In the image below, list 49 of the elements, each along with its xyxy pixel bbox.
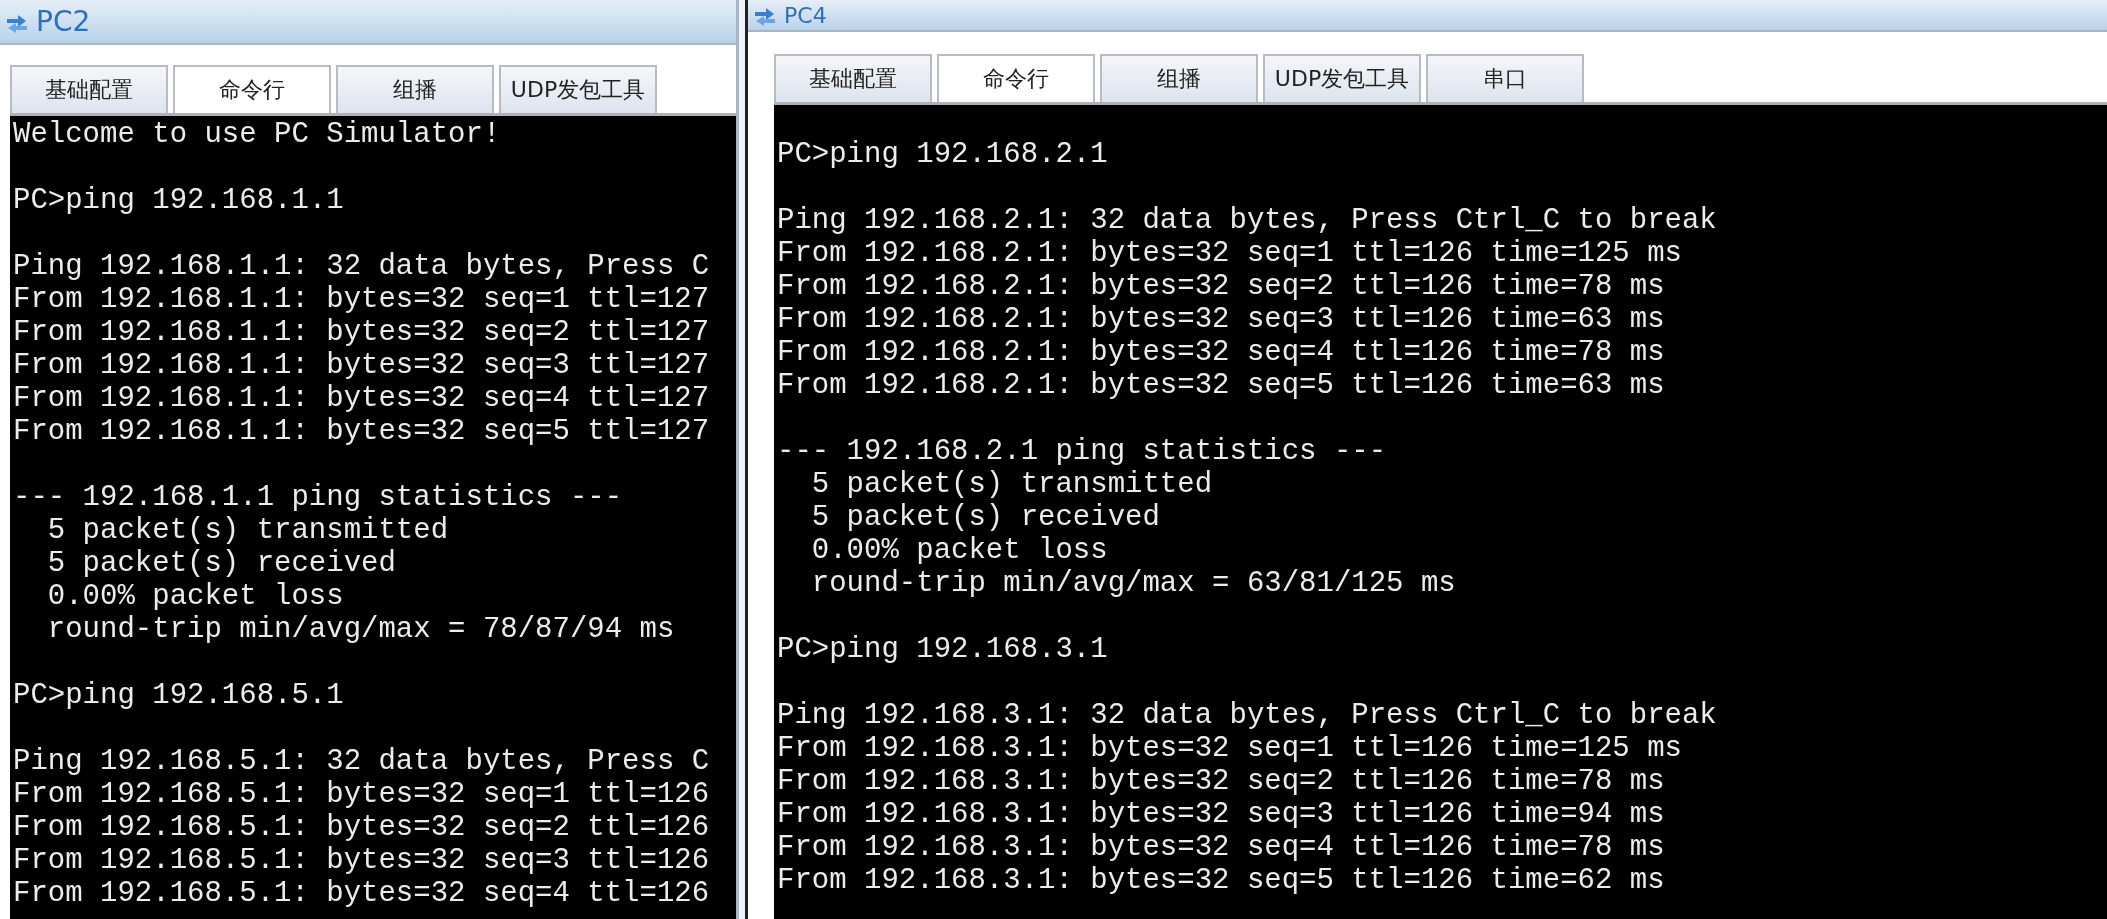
terminal-line: 5 packet(s) transmitted: [46, 514, 450, 547]
terminal-line: From 192.168.2.1: bytes=32 seq=1 ttl=126 time=125 ms: [777, 237, 1683, 270]
terminal-line: 0.00% packet loss: [46, 580, 345, 613]
terminal-line: From 192.168.3.1: bytes=32 seq=4 ttl=126 time=78 ms: [777, 831, 1666, 864]
terminal-line: From 192.168.2.1: bytes=32 seq=2 ttl=126 time=78 ms: [777, 270, 1666, 303]
terminal-line: From 192.168.1.1: bytes=32 seq=2 ttl=127: [13, 316, 711, 349]
tab[interactable]: UDP发包工具: [499, 65, 657, 113]
terminal-line: From 192.168.3.1: bytes=32 seq=1 ttl=126 time=125 ms: [777, 732, 1683, 765]
terminal-line: From 192.168.1.1: bytes=32 seq=4 ttl=127: [13, 382, 711, 415]
terminal-line: PC>ping 192.168.5.1: [13, 679, 345, 712]
tab[interactable]: 组播: [336, 65, 494, 113]
terminal-line: --- 192.168.1.1 ping statistics ---: [13, 481, 624, 514]
tab[interactable]: 命令行: [173, 65, 331, 113]
terminal-line: From 192.168.5.1: bytes=32 seq=3 ttl=126: [13, 844, 711, 877]
tab[interactable]: 组播: [1100, 54, 1258, 102]
terminal-line: From 192.168.1.1: bytes=32 seq=5 ttl=127: [13, 415, 711, 448]
terminal-line: 5 packet(s) transmitted: [810, 468, 1214, 501]
terminal-line: From 192.168.5.1: bytes=32 seq=2 ttl=126: [13, 811, 711, 844]
terminal-line: Ping 192.168.2.1: 32 data bytes, Press Ctrl_C to break: [777, 204, 1718, 237]
tab[interactable]: 基础配置: [774, 54, 932, 102]
terminal-line: 5 packet(s) received: [810, 501, 1161, 534]
window-title: PC2: [36, 5, 91, 38]
terminal-line: From 192.168.2.1: bytes=32 seq=3 ttl=126 time=63 ms: [777, 303, 1666, 336]
terminal-line: round-trip min/avg/max = 78/87/94 ms: [46, 613, 676, 646]
terminal-line: PC>ping 192.168.2.1: [777, 138, 1109, 171]
tab[interactable]: 基础配置: [10, 65, 168, 113]
terminal-line: PC>ping 192.168.1.1: [13, 184, 345, 217]
tab[interactable]: 命令行: [937, 54, 1095, 102]
terminal-line: 5 packet(s) received: [46, 547, 397, 580]
terminal-line: round-trip min/avg/max = 63/81/125 ms: [810, 567, 1457, 600]
terminal-line: From 192.168.2.1: bytes=32 seq=5 ttl=126 time=63 ms: [777, 369, 1666, 402]
window-title: PC4: [784, 2, 827, 28]
terminal-line: Ping 192.168.3.1: 32 data bytes, Press Ctrl_C to break: [777, 699, 1718, 732]
terminal-line: From 192.168.5.1: bytes=32 seq=1 ttl=126: [13, 778, 711, 811]
terminal-line: From 192.168.5.1: bytes=32 seq=4 ttl=126: [13, 877, 711, 910]
terminal-line: From 192.168.3.1: bytes=32 seq=2 ttl=126 time=78 ms: [777, 765, 1666, 798]
terminal-line: From 192.168.1.1: bytes=32 seq=3 ttl=127: [13, 349, 711, 382]
terminal-line: From 192.168.1.1: bytes=32 seq=1 ttl=127: [13, 283, 711, 316]
terminal-line: From 192.168.3.1: bytes=32 seq=5 ttl=126 time=62 ms: [777, 864, 1666, 897]
terminal-line: Ping 192.168.5.1: 32 data bytes, Press C: [13, 745, 711, 778]
terminal-line: Welcome to use PC Simulator!: [13, 118, 502, 151]
terminal-line: From 192.168.2.1: bytes=32 seq=4 ttl=126 time=78 ms: [777, 336, 1666, 369]
terminal-line: --- 192.168.2.1 ping statistics ---: [777, 435, 1388, 468]
terminal-line: 0.00% packet loss: [810, 534, 1109, 567]
tab[interactable]: 串口: [1426, 54, 1584, 102]
terminal-line: Ping 192.168.1.1: 32 data bytes, Press C: [13, 250, 711, 283]
terminal-line: PC>ping 192.168.3.1: [777, 633, 1109, 666]
terminal-line: From 192.168.3.1: bytes=32 seq=3 ttl=126 time=94 ms: [777, 798, 1666, 831]
tab[interactable]: UDP发包工具: [1263, 54, 1421, 102]
